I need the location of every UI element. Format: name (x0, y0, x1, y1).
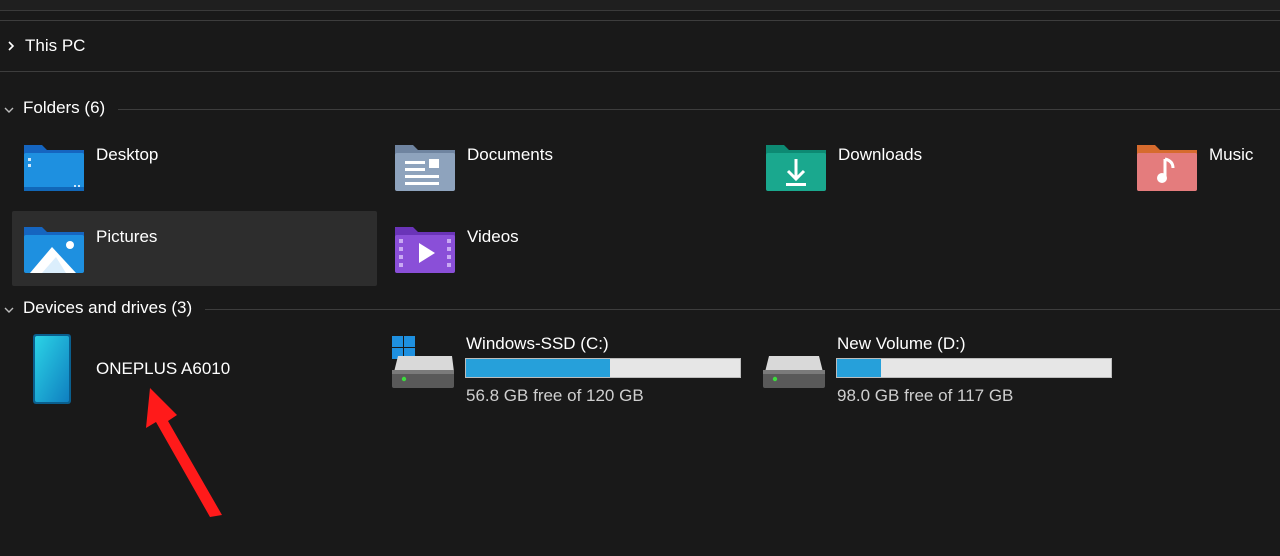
free-space-text: 98.0 GB free of 117 GB (837, 386, 1014, 405)
folder-name: Documents (467, 145, 553, 164)
folder-name: Pictures (96, 227, 158, 246)
folder-name: Downloads (838, 145, 923, 164)
toolbar-strip (0, 0, 1280, 11)
divider (0, 20, 1280, 21)
music-folder-icon (1137, 145, 1197, 191)
drive-name: Windows-SSD (C:) (466, 334, 609, 353)
drive-icon (763, 356, 825, 388)
section-rule (118, 109, 1280, 110)
section-label: Devices and drives (3) (23, 298, 193, 317)
storage-bar (836, 358, 1112, 378)
divider (0, 71, 1280, 72)
phone-icon (33, 334, 71, 404)
chevron-right-icon[interactable] (5, 40, 17, 52)
folder-downloads[interactable]: Downloads (754, 129, 1119, 204)
system-drive-icon (392, 336, 454, 388)
annotation-arrow-icon (146, 388, 222, 517)
folder-name: Videos (467, 227, 519, 246)
pictures-folder-icon (24, 227, 84, 273)
section-header-devices-and-drives[interactable]: Devices and drives (3) (0, 298, 1280, 322)
storage-bar-fill (466, 359, 611, 377)
folder-music[interactable]: Music (1125, 129, 1280, 204)
folder-pictures[interactable]: Pictures (12, 211, 377, 286)
chevron-down-icon[interactable] (3, 104, 15, 116)
drive-name: New Volume (D:) (837, 334, 966, 353)
section-header-folders[interactable]: Folders (6) (0, 98, 1280, 122)
videos-folder-icon (395, 227, 455, 273)
storage-bar (465, 358, 741, 378)
documents-folder-icon (395, 145, 455, 191)
section-rule (205, 309, 1280, 310)
folder-desktop[interactable]: Desktop (12, 129, 377, 204)
folder-name: Music (1209, 145, 1254, 164)
drive-c[interactable]: Windows-SSD (C:) 56.8 GB free of 120 GB (392, 334, 757, 414)
breadcrumb[interactable]: This PC (0, 22, 1280, 70)
free-space-text: 56.8 GB free of 120 GB (466, 386, 644, 405)
chevron-down-icon[interactable] (3, 304, 15, 316)
storage-bar-fill (837, 359, 882, 377)
device-name: ONEPLUS A6010 (96, 359, 231, 378)
folder-documents[interactable]: Documents (383, 129, 748, 204)
section-label: Folders (6) (23, 98, 106, 117)
desktop-folder-icon (24, 145, 84, 191)
breadcrumb-this-pc[interactable]: This PC (25, 36, 85, 56)
folder-videos[interactable]: Videos (383, 211, 748, 286)
downloads-folder-icon (766, 145, 826, 191)
drive-d[interactable]: New Volume (D:) 98.0 GB free of 117 GB (763, 334, 1128, 414)
folder-name: Desktop (96, 145, 159, 164)
